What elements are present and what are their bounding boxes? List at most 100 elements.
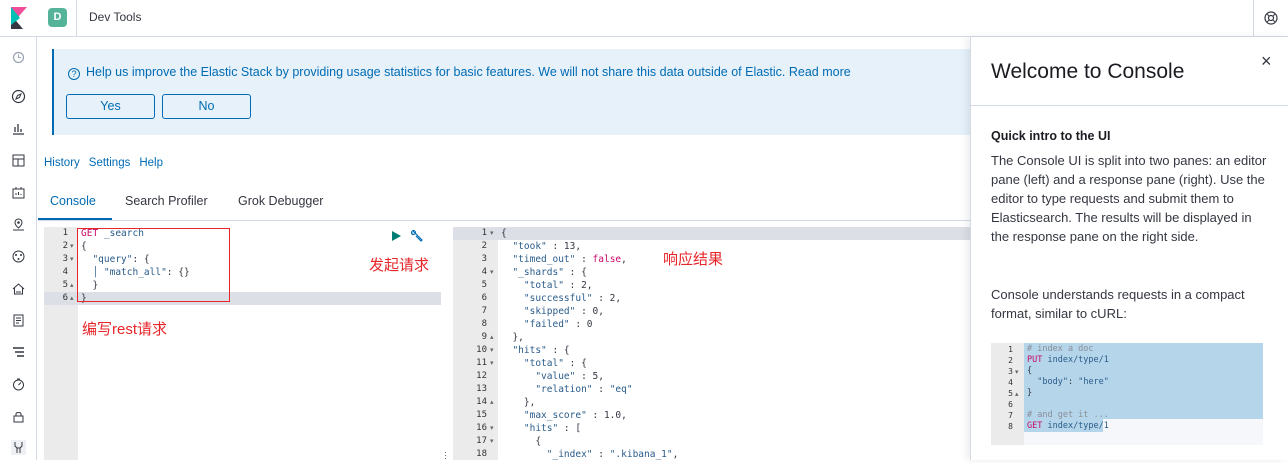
logs-icon[interactable] — [11, 313, 26, 328]
code-token: GET — [1027, 421, 1043, 431]
code-line: # and get it ... — [1027, 410, 1109, 421]
code-token: # and get it ... — [1027, 410, 1109, 420]
dev-tools-wrench-icon[interactable] — [11, 440, 26, 455]
code-token: "eq" — [609, 384, 633, 395]
siem-lock-icon[interactable] — [11, 409, 26, 424]
flyout-paragraph-1: The Console UI is split into two panes: … — [991, 153, 1267, 244]
line-number: 16 — [476, 423, 487, 433]
line-number: 3 — [62, 254, 68, 264]
code-token: "_index" — [501, 449, 593, 460]
code-token: false — [592, 254, 622, 265]
space-avatar[interactable]: D — [48, 8, 67, 27]
line-number: 15 — [476, 410, 487, 420]
line-number: 3 — [481, 254, 487, 264]
code-token: : 2, — [592, 293, 622, 304]
fold-toggle-icon[interactable]: ▾ — [490, 359, 494, 367]
visualize-icon[interactable] — [11, 121, 26, 136]
help-menu-icon[interactable] — [1264, 11, 1278, 25]
dev-tools-tabs: Console Search Profiler Grok Debugger — [38, 183, 970, 221]
tab-console[interactable]: Console — [50, 194, 96, 208]
code-line: "took" : 13, — [501, 240, 581, 253]
code-line: "failed" : 0 — [501, 318, 593, 331]
code-token: "hits" — [501, 345, 547, 356]
fold-toggle-icon[interactable]: ▾ — [490, 346, 494, 354]
code-token: : { — [563, 267, 587, 278]
code-line: "successful" : 2, — [501, 292, 621, 305]
code-line: GET index/type/1 — [1027, 421, 1109, 432]
code-token: # index a doc — [1027, 344, 1094, 354]
wrench-icon[interactable] — [410, 229, 424, 243]
line-number: 18 — [476, 449, 487, 459]
canvas-icon[interactable] — [11, 185, 26, 200]
code-token: "body" — [1027, 377, 1068, 387]
tab-grok-debugger[interactable]: Grok Debugger — [238, 194, 323, 208]
code-token: "relation" — [501, 384, 593, 395]
discover-icon[interactable] — [11, 89, 26, 104]
code-token: PUT — [1027, 355, 1043, 365]
code-token: "successful" — [501, 293, 593, 304]
flyout-heading: Quick intro to the UI — [991, 129, 1111, 143]
fold-toggle-icon[interactable]: ▴ — [70, 281, 74, 289]
kibana-logo-icon[interactable] — [9, 7, 29, 29]
request-highlight-box — [77, 228, 230, 302]
help-link[interactable]: Help — [139, 157, 163, 169]
code-token: "timed_out" — [501, 254, 576, 265]
callout-message: ? Help us improve the Elastic Stack by pr… — [68, 65, 851, 80]
send-request-annotation: 发起请求 — [369, 257, 430, 274]
infrastructure-icon[interactable] — [11, 281, 26, 296]
active-tab-indicator — [38, 218, 112, 220]
line-number: 2 — [1008, 356, 1013, 365]
uptime-icon[interactable] — [11, 377, 26, 392]
yes-button[interactable]: Yes — [66, 94, 155, 119]
fold-toggle-icon[interactable]: ▾ — [70, 242, 74, 250]
line-number: 8 — [1008, 422, 1013, 431]
apm-icon[interactable] — [11, 345, 26, 360]
dashboard-icon[interactable] — [11, 153, 26, 168]
question-icon: ? — [68, 68, 80, 80]
code-token: "max_score" — [501, 410, 587, 421]
history-link[interactable]: History — [44, 157, 80, 169]
line-number: 4 — [62, 267, 68, 277]
flyout-divider — [971, 105, 1288, 106]
code-token: : — [1067, 377, 1079, 387]
no-button[interactable]: No — [162, 94, 251, 119]
close-icon[interactable]: × — [1261, 51, 1272, 72]
code-token: : 0, — [575, 306, 604, 317]
fold-toggle-icon[interactable]: ▴ — [490, 333, 494, 341]
code-token: "total" — [501, 358, 564, 369]
code-line: "total" : 2, — [501, 279, 593, 292]
fold-toggle-icon[interactable]: ▴ — [70, 294, 74, 302]
code-token: : 13, — [546, 241, 582, 252]
line-number: 1 — [481, 228, 487, 238]
pane-resize-handle[interactable]: · · · — [444, 448, 447, 463]
maps-icon[interactable] — [11, 217, 26, 232]
line-number: 1 — [62, 228, 68, 238]
recently-viewed-icon[interactable] — [11, 50, 26, 65]
example-code-block: 1 # index a doc 2 PUT index/type/1 3 ▾ {4 "bod… — [991, 343, 1263, 445]
fold-toggle-icon[interactable]: ▾ — [1015, 368, 1019, 376]
fold-toggle-icon[interactable]: ▾ — [490, 229, 494, 237]
side-nav — [0, 37, 37, 460]
code-token: : — [592, 449, 610, 460]
header-divider-right — [1253, 0, 1254, 36]
fold-toggle-icon[interactable]: ▾ — [490, 424, 494, 432]
code-line: }, — [501, 396, 535, 409]
machine-learning-icon[interactable] — [11, 249, 26, 264]
play-icon[interactable] — [391, 230, 402, 242]
tab-search-profiler[interactable]: Search Profiler — [125, 194, 208, 208]
settings-link[interactable]: Settings — [89, 157, 131, 169]
code-line: } — [1027, 388, 1032, 399]
fold-toggle-icon[interactable]: ▴ — [490, 398, 494, 406]
fold-toggle-icon[interactable]: ▾ — [490, 268, 494, 276]
fold-toggle-icon[interactable]: ▾ — [70, 255, 74, 263]
line-number: 6 — [62, 293, 68, 303]
code-token: : [ — [558, 423, 582, 434]
callout-text[interactable]: Help us improve the Elastic Stack by pro… — [86, 65, 851, 79]
code-token: "here" — [1078, 377, 1109, 387]
fold-toggle-icon[interactable]: ▾ — [490, 437, 494, 445]
line-number: 6 — [1008, 400, 1013, 409]
code-token: : — [575, 254, 593, 265]
fold-toggle-icon[interactable]: ▴ — [1015, 390, 1019, 398]
line-number: 9 — [481, 332, 487, 342]
console-menu: History Settings Help — [44, 157, 172, 169]
